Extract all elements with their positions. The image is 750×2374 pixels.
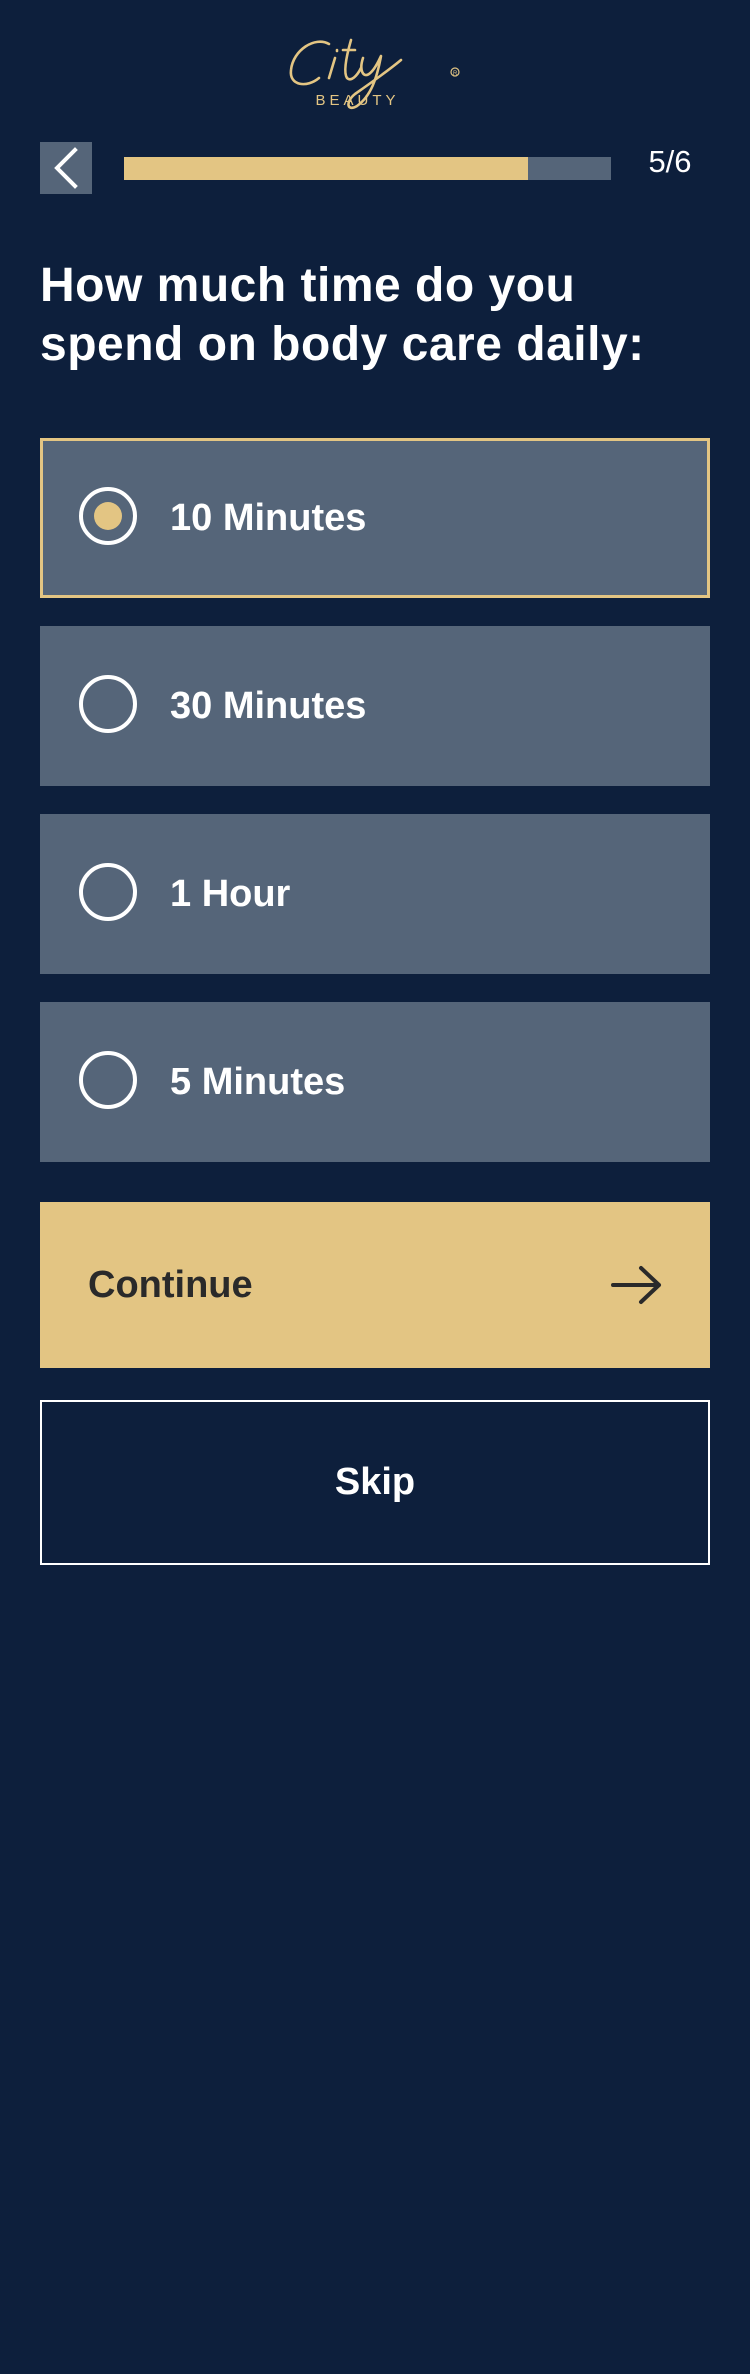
option-label: 10 Minutes xyxy=(170,497,367,539)
continue-label: Continue xyxy=(88,1264,253,1306)
continue-button[interactable]: Continue xyxy=(40,1202,710,1368)
quiz-page: R BEAUTY 5/6 How much time do you spend … xyxy=(0,0,750,2374)
step-counter: 5/6 xyxy=(648,144,692,179)
back-button[interactable] xyxy=(40,142,92,194)
radio-button[interactable] xyxy=(79,863,137,921)
radio-button[interactable] xyxy=(79,1051,137,1109)
option-5-minutes[interactable]: 5 Minutes xyxy=(40,1002,710,1162)
option-label: 5 Minutes xyxy=(170,1061,346,1103)
chevron-left-icon xyxy=(54,147,78,189)
progress-fill xyxy=(124,157,529,180)
radio-button[interactable] xyxy=(79,675,137,733)
radio-button[interactable] xyxy=(79,487,137,545)
option-label: 1 Hour xyxy=(170,873,291,915)
question-title: How much time do you spend on body care … xyxy=(40,259,645,371)
arrow-right-icon xyxy=(611,1266,661,1304)
progress-bar xyxy=(124,157,611,180)
option-30-minutes[interactable]: 30 Minutes xyxy=(40,626,710,786)
option-label: 30 Minutes xyxy=(170,685,367,727)
option-1-hour[interactable]: 1 Hour xyxy=(40,814,710,974)
skip-button[interactable]: Skip xyxy=(40,1400,710,1565)
svg-text:R: R xyxy=(453,71,458,77)
brand-logo: R BEAUTY xyxy=(285,30,465,120)
brand-subtitle: BEAUTY xyxy=(315,92,400,109)
option-10-minutes[interactable]: 10 Minutes xyxy=(40,438,710,598)
radio-selected-dot xyxy=(94,502,122,530)
